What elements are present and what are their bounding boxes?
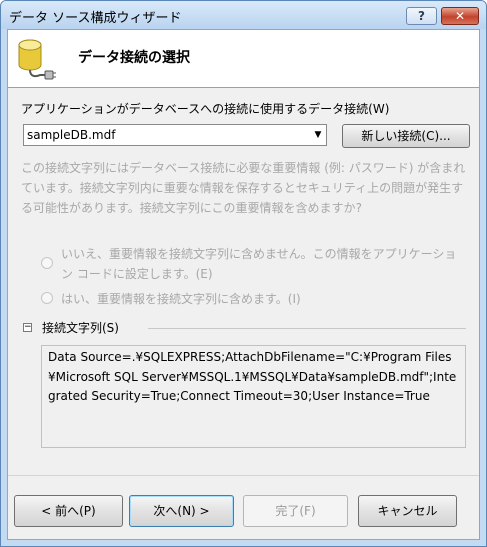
database-connection-icon	[18, 39, 56, 80]
finish-button[interactable]: 完了(F)	[243, 495, 348, 527]
sensitive-info-description: この接続文字列にはデータベース接続に必要な重要情報 (例: パスワード) が含ま…	[21, 161, 466, 215]
previous-button[interactable]: < 前へ(P)	[14, 495, 123, 527]
wizard-body: データ接続の選択 アプリケーションがデータベースへの接続に使用するデータ接続(W…	[7, 29, 480, 540]
page-title: データ接続の選択	[78, 50, 190, 66]
connection-string-label: 接続文字列(S)	[42, 321, 119, 335]
collapse-toggle-icon[interactable]: −	[23, 323, 32, 332]
close-button[interactable]: ✕	[441, 7, 479, 25]
connection-dropdown[interactable]: sampleDB.mdf ▼	[23, 124, 327, 146]
footer-divider	[8, 475, 479, 476]
next-button[interactable]: 次へ(N) >	[129, 495, 234, 527]
wizard-window: データ ソース構成ウィザード ? ✕ データ接続の選択 アプリケーションがデータ…	[0, 0, 487, 547]
radio-exclude-sensitive[interactable]	[41, 257, 53, 269]
connection-string-box[interactable]: Data Source=.¥SQLEXPRESS;AttachDbFilenam…	[41, 345, 466, 448]
connection-dropdown-value: sampleDB.mdf	[27, 128, 116, 142]
radio-include-sensitive[interactable]	[41, 292, 53, 304]
connection-question-label: アプリケーションがデータベースへの接続に使用するデータ接続(W)	[21, 102, 390, 116]
help-button[interactable]: ?	[406, 7, 437, 25]
new-connection-button[interactable]: 新しい接続(C)...	[342, 124, 470, 148]
wizard-header: データ接続の選択	[8, 30, 479, 88]
window-title: データ ソース構成ウィザード	[9, 11, 182, 26]
connection-string-value: Data Source=.¥SQLEXPRESS;AttachDbFilenam…	[48, 350, 457, 403]
cancel-button[interactable]: キャンセル	[358, 495, 457, 527]
section-divider	[148, 328, 466, 329]
dropdown-arrow-icon[interactable]: ▼	[310, 125, 326, 145]
radio-include-sensitive-label: はい、重要情報を接続文字列に含めます。(I)	[61, 292, 301, 306]
title-bar: データ ソース構成ウィザード ? ✕	[1, 1, 486, 29]
radio-exclude-sensitive-label: いいえ、重要情報を接続文字列に含めません。この情報をアプリケーション コードに設…	[61, 247, 457, 281]
